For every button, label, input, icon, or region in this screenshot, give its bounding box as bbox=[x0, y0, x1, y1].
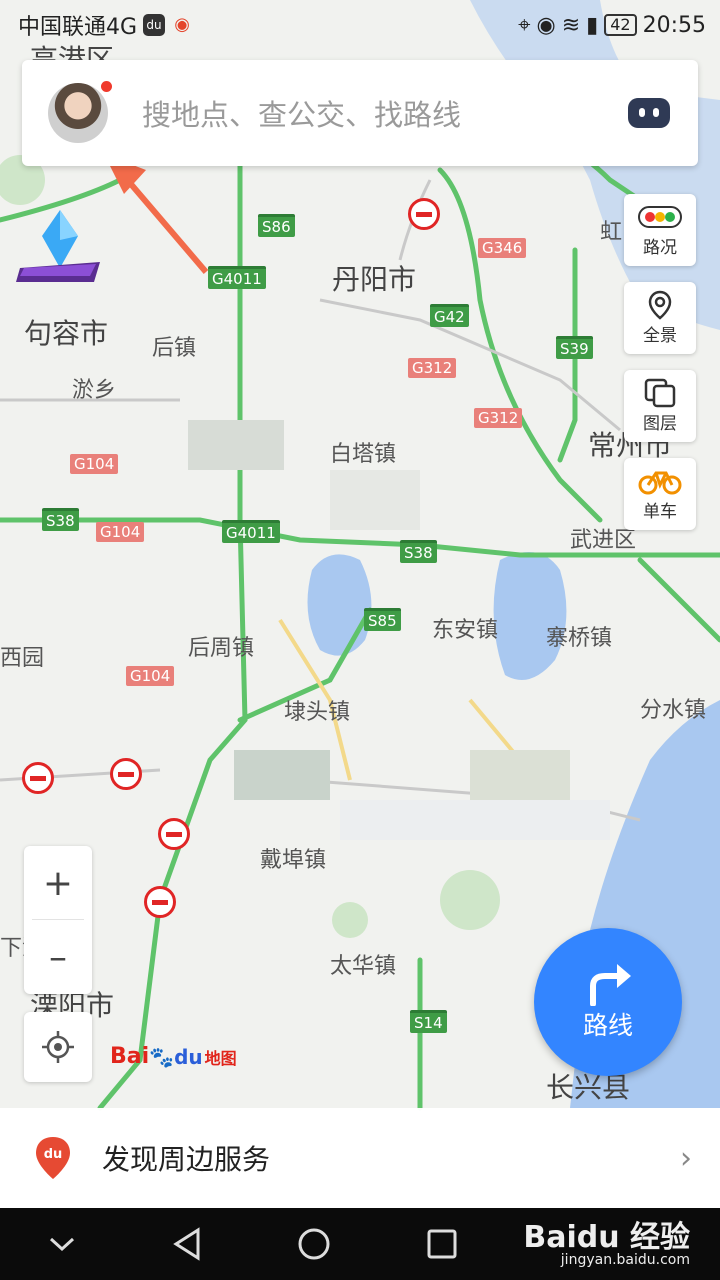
weibo-icon: ◉ bbox=[174, 14, 190, 35]
traffic-button[interactable]: 路况 bbox=[624, 194, 696, 266]
clock: 20:55 bbox=[642, 12, 706, 38]
pixelated-area bbox=[234, 750, 330, 800]
road-shield: S38 bbox=[400, 540, 437, 563]
route-button[interactable]: 路线 bbox=[534, 928, 682, 1076]
map-label-town: 虹 bbox=[600, 220, 623, 245]
map-label-town: 后镇 bbox=[152, 336, 197, 361]
map-label-town: 埭头镇 bbox=[284, 700, 351, 725]
battery-indicator: 42 bbox=[604, 14, 637, 36]
traffic-label: 路况 bbox=[643, 237, 677, 258]
pixelated-area bbox=[188, 420, 284, 470]
map-label-town: 分水镇 bbox=[640, 698, 707, 723]
eye-icon: ◉ bbox=[536, 12, 556, 38]
bike-label: 单车 bbox=[643, 501, 677, 522]
voice-assistant-icon[interactable] bbox=[628, 98, 670, 128]
search-input[interactable]: 搜地点、查公交、找路线 bbox=[142, 92, 628, 134]
map-label-town: 西园 bbox=[0, 646, 45, 671]
search-bar[interactable]: 搜地点、查公交、找路线 bbox=[22, 60, 698, 166]
watermark-title: Baidu 经验 bbox=[523, 1220, 690, 1255]
logo-text-map: 地图 bbox=[204, 1048, 237, 1068]
layers-icon bbox=[644, 378, 676, 407]
map-label-town: 东安镇 bbox=[432, 618, 499, 643]
status-bar: 中国联通4G du ◉ ⌖ ◉ ≋ ▮ 42 20:55 bbox=[0, 0, 720, 50]
locate-button[interactable] bbox=[24, 1012, 92, 1082]
nav-home-icon[interactable] bbox=[297, 1227, 331, 1261]
location-icon: ⌖ bbox=[518, 12, 531, 38]
promo-crystal-icon[interactable] bbox=[14, 206, 106, 286]
map-label-city: 句容市 bbox=[24, 317, 109, 350]
map-label-city: 丹阳市 bbox=[332, 263, 417, 296]
panorama-button[interactable]: 全景 bbox=[624, 282, 696, 354]
map-label-town: 后周镇 bbox=[188, 636, 255, 661]
pixelated-area bbox=[330, 470, 420, 530]
road-closed-icon bbox=[110, 758, 142, 790]
road-shield: S38 bbox=[42, 508, 79, 531]
map-label-town: 太华镇 bbox=[330, 954, 397, 979]
nav-recents-icon[interactable] bbox=[426, 1228, 458, 1260]
wifi-icon: ≋ bbox=[561, 12, 581, 38]
notification-dot bbox=[101, 81, 112, 92]
user-avatar[interactable] bbox=[48, 81, 112, 143]
road-closed-icon bbox=[22, 762, 54, 794]
map-label-town: 戴埠镇 bbox=[260, 848, 327, 873]
road-shield: G312 bbox=[474, 408, 523, 428]
zoom-out-button[interactable]: – bbox=[24, 920, 92, 994]
route-arrow-icon bbox=[590, 964, 631, 1006]
road-shield: G104 bbox=[126, 666, 175, 686]
route-label: 路线 bbox=[582, 1011, 633, 1040]
road-shield: G104 bbox=[70, 454, 119, 474]
bicycle-icon bbox=[638, 467, 682, 495]
road-closed-icon bbox=[408, 198, 440, 230]
zoom-in-button[interactable]: + bbox=[24, 846, 92, 920]
logo-text-bai: Bai bbox=[110, 1044, 150, 1069]
bike-button[interactable]: 单车 bbox=[624, 458, 696, 530]
map-label-town: 白塔镇 bbox=[330, 442, 397, 467]
zoom-control: + – bbox=[24, 846, 92, 994]
baidu-map-logo: Bai 🐾 du 地图 bbox=[110, 1044, 237, 1069]
app-notification-icon: du bbox=[143, 14, 166, 36]
road-shield: S14 bbox=[410, 1010, 447, 1033]
nav-collapse-icon[interactable] bbox=[47, 1234, 77, 1254]
road-shield: G312 bbox=[408, 358, 457, 378]
map-label-town: 寨桥镇 bbox=[546, 626, 613, 651]
map-tools: 路况 全景 图层 单车 bbox=[624, 194, 696, 546]
crosshair-icon bbox=[42, 1031, 74, 1063]
road-shield: S39 bbox=[556, 336, 593, 359]
road-shield: G4011 bbox=[222, 520, 280, 543]
layers-button[interactable]: 图层 bbox=[624, 370, 696, 442]
nearby-services-bar[interactable]: du 发现周边服务 › bbox=[0, 1108, 720, 1208]
panorama-label: 全景 bbox=[643, 325, 677, 346]
map-label-town: 淤乡 bbox=[72, 378, 117, 403]
zoom-divider bbox=[32, 919, 84, 920]
chevron-right-icon: › bbox=[680, 1140, 692, 1176]
road-shield: S86 bbox=[258, 214, 295, 237]
road-shield: G346 bbox=[478, 238, 527, 258]
pixelated-area bbox=[470, 750, 570, 800]
watermark: Baidu 经验 jingyan.baidu.com bbox=[523, 1212, 690, 1268]
logo-text-du: du bbox=[174, 1044, 203, 1069]
road-shield: G42 bbox=[430, 304, 469, 327]
pixelated-area bbox=[340, 800, 610, 840]
layers-label: 图层 bbox=[643, 413, 677, 434]
panorama-pin-icon bbox=[648, 290, 672, 320]
road-shield: S85 bbox=[364, 608, 401, 631]
road-closed-icon bbox=[158, 818, 190, 850]
annotation-arrow bbox=[104, 154, 209, 274]
nav-back-icon[interactable] bbox=[172, 1227, 202, 1261]
du-pin-icon: du bbox=[34, 1135, 72, 1181]
nearby-services-label: 发现周边服务 bbox=[102, 1143, 271, 1176]
paw-icon: 🐾 bbox=[149, 1044, 175, 1069]
road-shield: G4011 bbox=[208, 266, 266, 289]
svg-text:du: du bbox=[44, 1147, 63, 1162]
road-closed-icon bbox=[144, 886, 176, 918]
road-shield: G104 bbox=[96, 522, 145, 542]
carrier-label: 中国联通4G bbox=[18, 15, 138, 40]
signal-icon: ▮ bbox=[586, 12, 599, 38]
traffic-light-icon bbox=[638, 203, 682, 231]
